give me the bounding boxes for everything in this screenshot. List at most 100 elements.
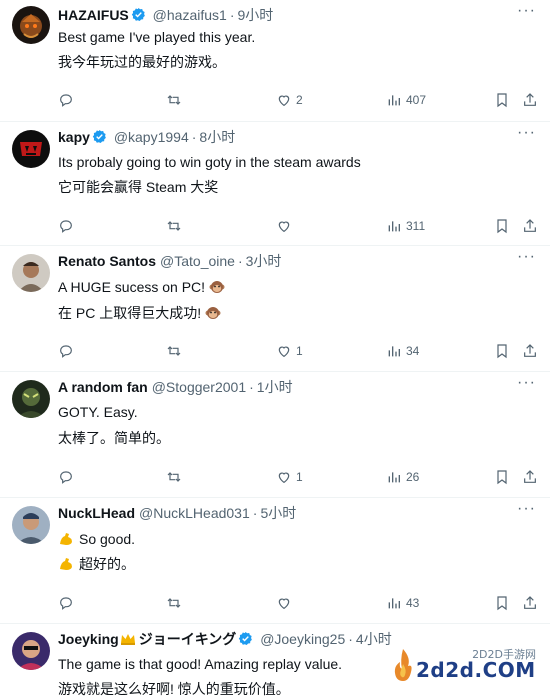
share-button[interactable] (522, 342, 538, 360)
retweet-button[interactable] (166, 217, 182, 235)
tweet-text-en: So good. (79, 531, 136, 547)
views-button[interactable]: 311 (386, 217, 425, 235)
reply-button[interactable] (58, 91, 74, 109)
user-handle[interactable]: @hazaifus1 (153, 7, 227, 23)
bookmark-button[interactable] (494, 468, 510, 486)
retweet-button[interactable] (166, 594, 182, 612)
display-name-extra[interactable]: ジョーイキング (139, 631, 237, 647)
user-handle[interactable]: @Tato_oine (160, 253, 235, 269)
user-handle[interactable]: @kapy1994 (114, 129, 189, 145)
tweet-text-en: The game is that good! Amazing replay va… (58, 656, 343, 672)
tweet-text-zh: 它可能会赢得 Steam 大奖 (58, 179, 219, 195)
watermark-logo: 2D2D手游网 2d2d.COM (392, 642, 542, 690)
tweet-text-zh: 在 PC 上取得巨大成功! (58, 305, 202, 321)
avatar[interactable] (12, 506, 50, 544)
view-count: 26 (406, 470, 420, 484)
bookmark-button[interactable] (494, 217, 510, 235)
tweet-5[interactable]: NuckLHead @NuckLHead031 · 5小时 ··· So good. … (0, 498, 550, 624)
more-icon[interactable]: ··· (517, 124, 536, 142)
display-name[interactable]: Renato Santos (58, 253, 156, 269)
tweet-3[interactable]: Renato Santos @Tato_oine · 3小时 ··· A HUGE s… (0, 246, 550, 372)
share-button[interactable] (522, 91, 538, 109)
avatar[interactable] (12, 130, 50, 168)
more-icon[interactable]: ··· (517, 2, 536, 20)
retweet-icon (167, 221, 181, 231)
timestamp[interactable]: 9小时 (238, 7, 274, 23)
user-handle[interactable]: @NuckLHead031 (139, 505, 250, 521)
like-icon (278, 472, 290, 484)
flexed-biceps-icon (60, 558, 72, 570)
like-button[interactable] (276, 217, 296, 235)
share-icon (524, 344, 536, 357)
timestamp[interactable]: 8小时 (199, 129, 235, 145)
share-button[interactable] (522, 594, 538, 612)
like-count: 1 (296, 470, 303, 484)
display-name[interactable]: NuckLHead (58, 505, 135, 521)
share-button[interactable] (522, 468, 538, 486)
like-icon (278, 221, 290, 233)
like-button[interactable]: 1 (276, 468, 303, 486)
display-name[interactable]: A random fan (58, 379, 148, 395)
reply-button[interactable] (58, 217, 74, 235)
like-button[interactable]: 1 (276, 342, 303, 360)
views-button[interactable]: 34 (386, 342, 419, 360)
reply-button[interactable] (58, 342, 74, 360)
bookmark-icon (497, 344, 507, 359)
timestamp[interactable]: 3小时 (246, 253, 282, 269)
view-count: 34 (406, 344, 420, 358)
timestamp[interactable]: 4小时 (356, 631, 392, 647)
tweet-2[interactable]: kapy @kapy1994 · 8小时 ··· Its probaly going… (0, 122, 550, 246)
monkey-face-icon (205, 307, 221, 319)
tweet-4[interactable]: A random fan @Stogger2001 · 1小时 ··· GOTY. E… (0, 372, 550, 498)
timestamp[interactable]: 1小时 (257, 379, 293, 395)
display-name[interactable]: kapy (58, 129, 90, 145)
more-icon[interactable]: ··· (517, 500, 536, 518)
user-handle[interactable]: @Joeyking25 (260, 631, 345, 647)
retweet-icon (167, 598, 181, 608)
more-icon[interactable]: ··· (517, 374, 536, 392)
tweet-1[interactable]: HAZAIFUS @hazaifus1 · 9小时 ··· Best game I'… (0, 0, 550, 122)
avatar[interactable] (12, 380, 50, 418)
like-count: 2 (296, 93, 303, 107)
bookmark-button[interactable] (494, 91, 510, 109)
tweet-text-en: A HUGE sucess on PC! (58, 279, 206, 295)
retweet-button[interactable] (166, 342, 182, 360)
retweet-icon (167, 472, 181, 482)
bookmark-icon (497, 93, 507, 108)
bookmark-icon (497, 219, 507, 234)
flexed-biceps-icon (60, 533, 72, 545)
tweet-actions: 43 (58, 594, 550, 612)
display-name[interactable]: Joeyking (58, 631, 119, 647)
share-button[interactable] (522, 217, 538, 235)
retweet-icon (167, 346, 181, 356)
like-button[interactable] (276, 594, 296, 612)
reply-button[interactable] (58, 468, 74, 486)
retweet-button[interactable] (166, 468, 182, 486)
timestamp[interactable]: 5小时 (260, 505, 296, 521)
display-name[interactable]: HAZAIFUS (58, 7, 129, 23)
views-button[interactable]: 26 (386, 468, 419, 486)
tweet-header: Renato Santos @Tato_oine · 3小时 (58, 252, 516, 270)
like-icon (278, 95, 290, 107)
separator-dot: · (252, 505, 258, 521)
share-icon (524, 219, 536, 232)
retweet-button[interactable] (166, 91, 182, 109)
like-button[interactable]: 2 (276, 91, 303, 109)
avatar[interactable] (12, 6, 50, 44)
tweet-text-zh: 游戏就是这么好啊! 惊人的重玩价值。 (58, 681, 290, 697)
views-button[interactable]: 407 (386, 91, 426, 109)
user-handle[interactable]: @Stogger2001 (152, 379, 246, 395)
tweet-text-zh: 太棒了。简单的。 (58, 430, 170, 446)
avatar[interactable] (12, 254, 50, 292)
reply-icon (60, 94, 72, 107)
views-button[interactable]: 43 (386, 594, 419, 612)
verified-badge-icon (131, 7, 145, 21)
avatar[interactable] (12, 632, 50, 670)
views-icon (388, 472, 400, 483)
bookmark-button[interactable] (494, 342, 510, 360)
reply-button[interactable] (58, 594, 74, 612)
bookmark-button[interactable] (494, 594, 510, 612)
more-icon[interactable]: ··· (517, 248, 536, 266)
reply-feed: HAZAIFUS @hazaifus1 · 9小时 ··· Best game I'… (0, 0, 550, 698)
separator-dot: · (348, 631, 353, 647)
